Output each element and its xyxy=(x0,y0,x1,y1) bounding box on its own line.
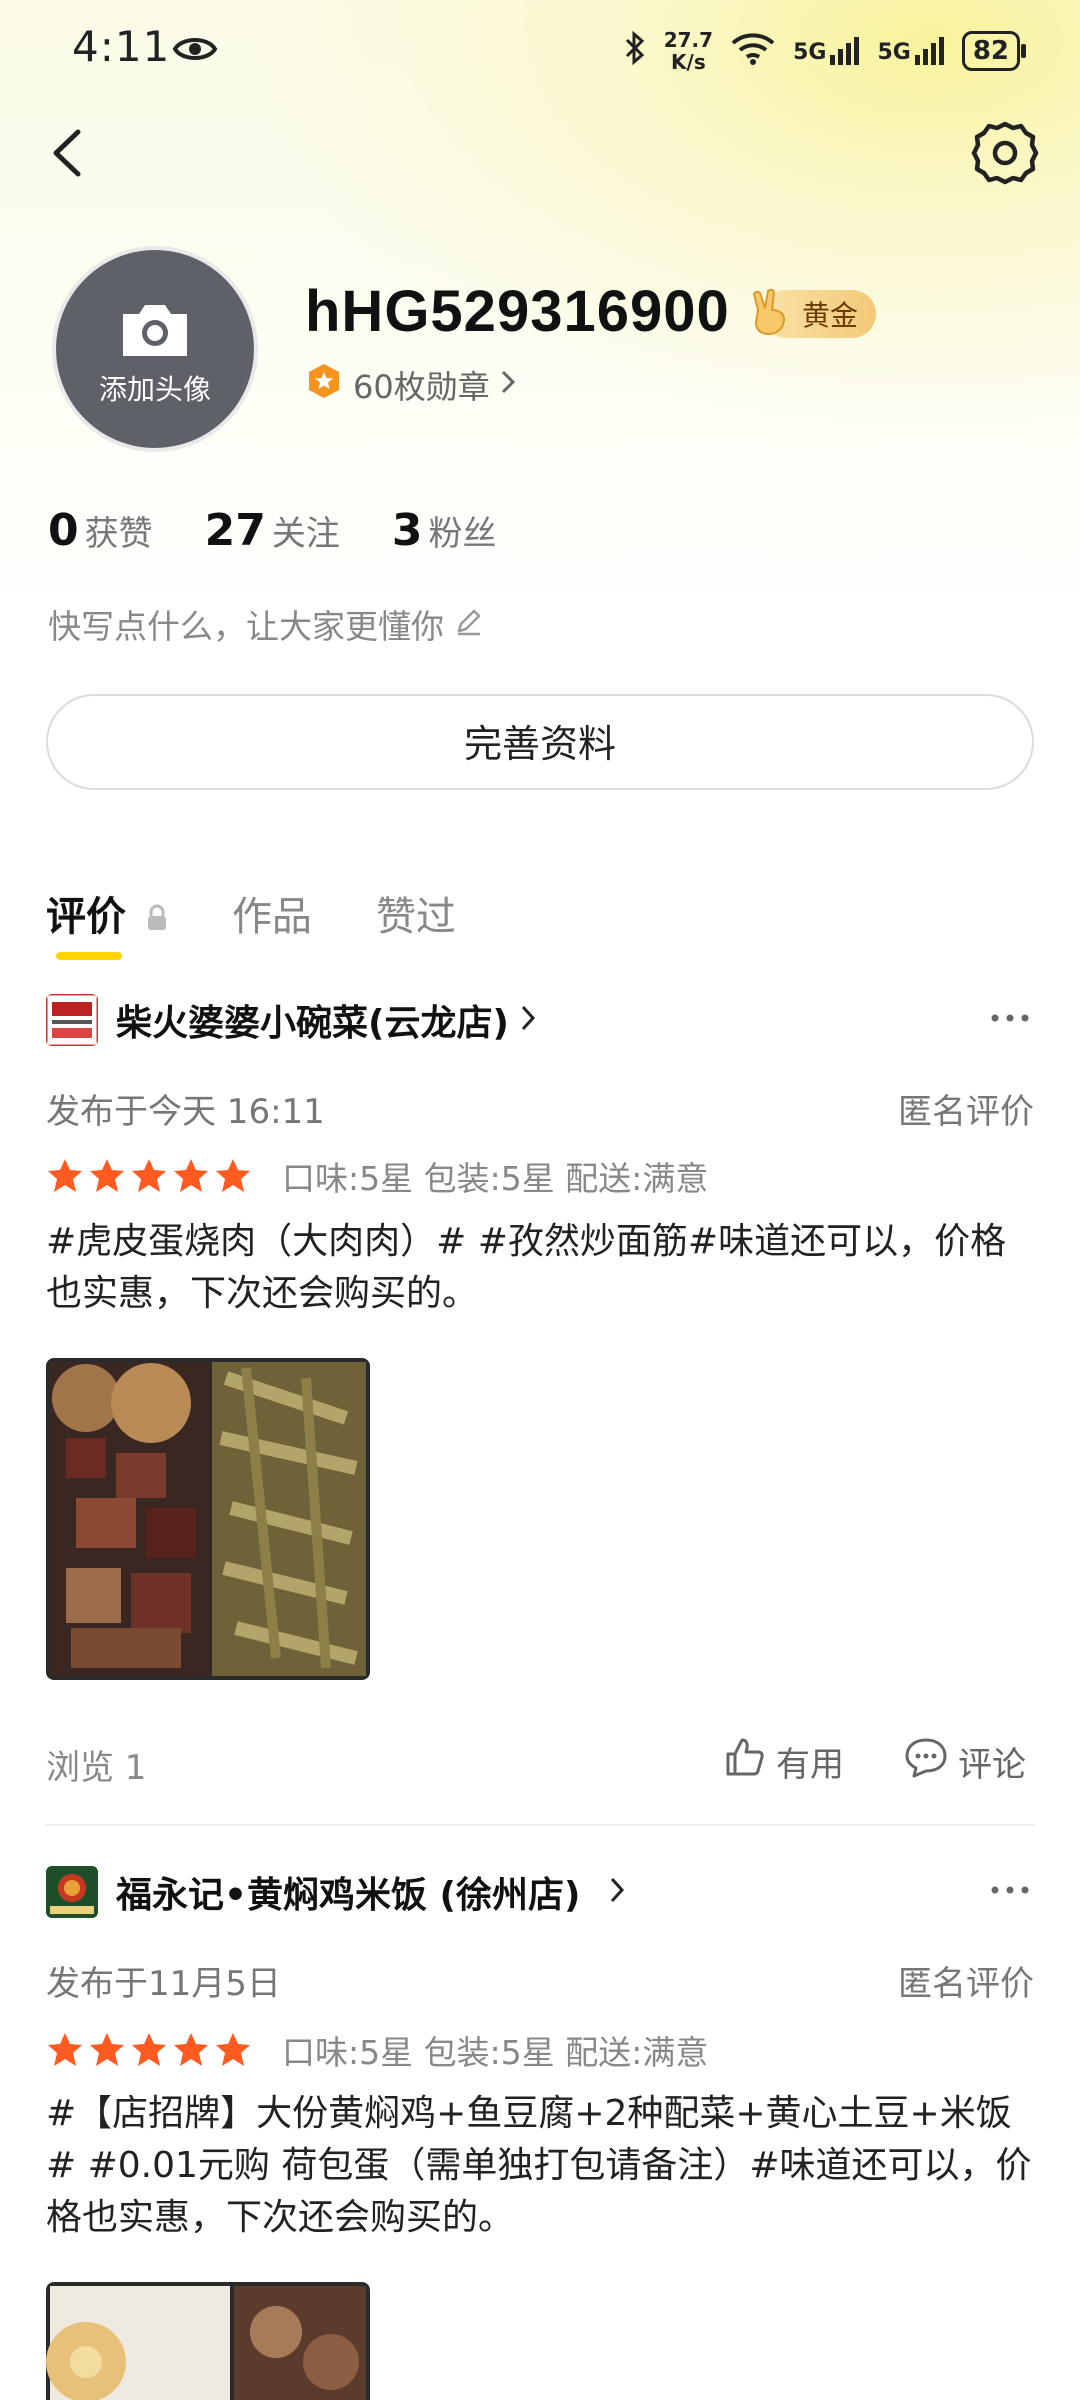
review-2-photo[interactable] xyxy=(46,2282,370,2400)
bio-edit[interactable]: 快写点什么，让大家更懂你 xyxy=(48,600,484,648)
sim1-label: 5G xyxy=(793,40,827,65)
eye-icon xyxy=(172,34,218,68)
more-dots-icon xyxy=(991,1886,1029,1894)
gear-icon xyxy=(971,121,1039,185)
tab-works[interactable]: 作品 xyxy=(232,884,312,942)
review-1-shop-name: 柴火婆婆小碗菜(云龙店) xyxy=(116,1003,509,1044)
review-2-more-button[interactable] xyxy=(990,1864,1030,1905)
avatar-upload-button[interactable]: 添加头像 xyxy=(52,246,258,452)
battery-indicator: 82 xyxy=(961,31,1027,71)
sim2-label: 5G xyxy=(877,40,911,65)
stat-following-label: 关注 xyxy=(271,514,340,554)
review-2-text: #【店招牌】大份黄焖鸡+鱼豆腐+2种配菜+黄心土豆+米饭# #0.01元购 荷包… xyxy=(46,2093,1032,2238)
review-1-rating-text: 口味:5星 包装:5星 配送:满意 xyxy=(282,1159,709,1198)
star-icon xyxy=(48,2033,82,2066)
star-rating xyxy=(46,2031,252,2069)
medals-count: 60枚勋章 xyxy=(353,368,490,406)
signal-sim1: 5G xyxy=(793,37,860,65)
net-speed-value: 27.7 xyxy=(663,28,714,52)
review-divider xyxy=(46,1824,1034,1826)
lock-icon xyxy=(146,896,168,942)
review-1-shop-link[interactable]: 柴火婆婆小碗菜(云龙店) xyxy=(46,992,537,1048)
active-tab-indicator xyxy=(56,952,122,960)
bio-placeholder: 快写点什么，让大家更懂你 xyxy=(48,607,444,646)
chevron-right-icon xyxy=(500,366,516,404)
review-1-comment-label: 评论 xyxy=(958,1745,1026,1785)
tab-reviews-label: 评价 xyxy=(46,894,126,940)
tab-reviews[interactable]: 评价 xyxy=(46,884,168,942)
review-1-comment-button[interactable]: 评论 xyxy=(904,1736,1026,1787)
level-badge[interactable]: 黄金 xyxy=(748,288,877,340)
star-icon xyxy=(132,2033,166,2066)
star-icon xyxy=(132,1159,166,1192)
review-2-rating-text: 口味:5星 包装:5星 配送:满意 xyxy=(282,2033,709,2072)
stat-following-num: 27 xyxy=(204,505,266,556)
chevron-right-icon xyxy=(519,1002,537,1038)
review-1-more-button[interactable] xyxy=(990,992,1030,1033)
review-1-photo[interactable] xyxy=(46,1358,370,1680)
star-icon xyxy=(216,2033,250,2066)
signal-sim2: 5G xyxy=(877,37,944,65)
comment-bubble-icon xyxy=(904,1736,948,1787)
complete-profile-button[interactable]: 完善资料 xyxy=(46,694,1034,790)
stat-following[interactable]: 27 关注 xyxy=(205,505,340,556)
stat-followers-label: 粉丝 xyxy=(428,514,497,554)
review-1-useful-label: 有用 xyxy=(776,1745,844,1785)
stat-followers[interactable]: 3 粉丝 xyxy=(392,505,497,556)
camera-icon xyxy=(56,300,254,364)
review-1-text: #虎皮蛋烧肉（大肉肉）# #孜然炒面筋#味道还可以，价格也实惠，下次还会购买的。 xyxy=(46,1221,1007,1314)
review-2-anonymous-label: 匿名评价 xyxy=(898,1964,1034,2004)
review-2-posted-time: 发布于11月5日 xyxy=(46,1964,281,2004)
wifi-icon xyxy=(731,31,775,71)
stat-followers-num: 3 xyxy=(391,505,423,556)
star-rating xyxy=(46,1157,252,1195)
chevron-right-icon xyxy=(608,1874,626,1910)
status-indicators: 27.7 K/s 5G 5G 82 xyxy=(624,26,1027,76)
review-2-rating: 口味:5星 包装:5星 配送:满意 xyxy=(46,2026,708,2074)
status-time: 4:11 xyxy=(72,22,171,71)
review-1-rating: 口味:5星 包装:5星 配送:满意 xyxy=(46,1152,708,1200)
star-icon xyxy=(174,2033,208,2066)
review-1-useful-button[interactable]: 有用 xyxy=(724,1736,844,1787)
bluetooth-icon xyxy=(624,30,646,72)
shop-logo xyxy=(46,994,98,1046)
avatar-label: 添加头像 xyxy=(98,373,211,406)
review-2-shop-link[interactable]: 福永记•黄焖鸡米饭 (徐州店) xyxy=(46,1864,626,1920)
tab-liked[interactable]: 赞过 xyxy=(376,884,456,942)
medals-link[interactable]: 60枚勋章 xyxy=(305,362,516,408)
thumbs-up-icon xyxy=(724,1736,766,1787)
back-button[interactable] xyxy=(40,118,100,188)
review-1-posted-time: 发布于今天 16:11 xyxy=(46,1092,325,1132)
username: hHG529316900 xyxy=(305,279,730,344)
review-1-anonymous-label: 匿名评价 xyxy=(898,1092,1034,1132)
shop-logo xyxy=(46,1866,98,1918)
net-speed-unit: K/s xyxy=(671,50,706,74)
stat-likes-num: 0 xyxy=(48,505,79,556)
star-icon xyxy=(90,2033,124,2066)
stat-likes[interactable]: 0 获赞 xyxy=(48,505,153,556)
medal-icon xyxy=(305,362,343,408)
review-1-views: 浏览 1 xyxy=(46,1748,147,1788)
review-2-shop-name: 福永记•黄焖鸡米饭 (徐州店) xyxy=(116,1875,581,1916)
chevron-left-icon xyxy=(53,129,81,177)
net-speed: 27.7 K/s xyxy=(664,29,713,73)
pencil-icon xyxy=(454,605,484,644)
signal-bars-icon xyxy=(830,37,860,65)
more-dots-icon xyxy=(991,1014,1029,1022)
star-icon xyxy=(216,1159,250,1192)
signal-bars-icon xyxy=(914,37,944,65)
content-tabs: 评价 作品 赞过 xyxy=(46,884,456,942)
star-icon xyxy=(174,1159,208,1192)
settings-button[interactable] xyxy=(970,118,1040,188)
star-icon xyxy=(48,1159,82,1192)
victory-hand-icon xyxy=(748,288,792,340)
star-icon xyxy=(90,1159,124,1192)
stat-likes-label: 获赞 xyxy=(84,514,153,554)
profile-stats: 0 获赞 27 关注 3 粉丝 xyxy=(48,505,496,556)
